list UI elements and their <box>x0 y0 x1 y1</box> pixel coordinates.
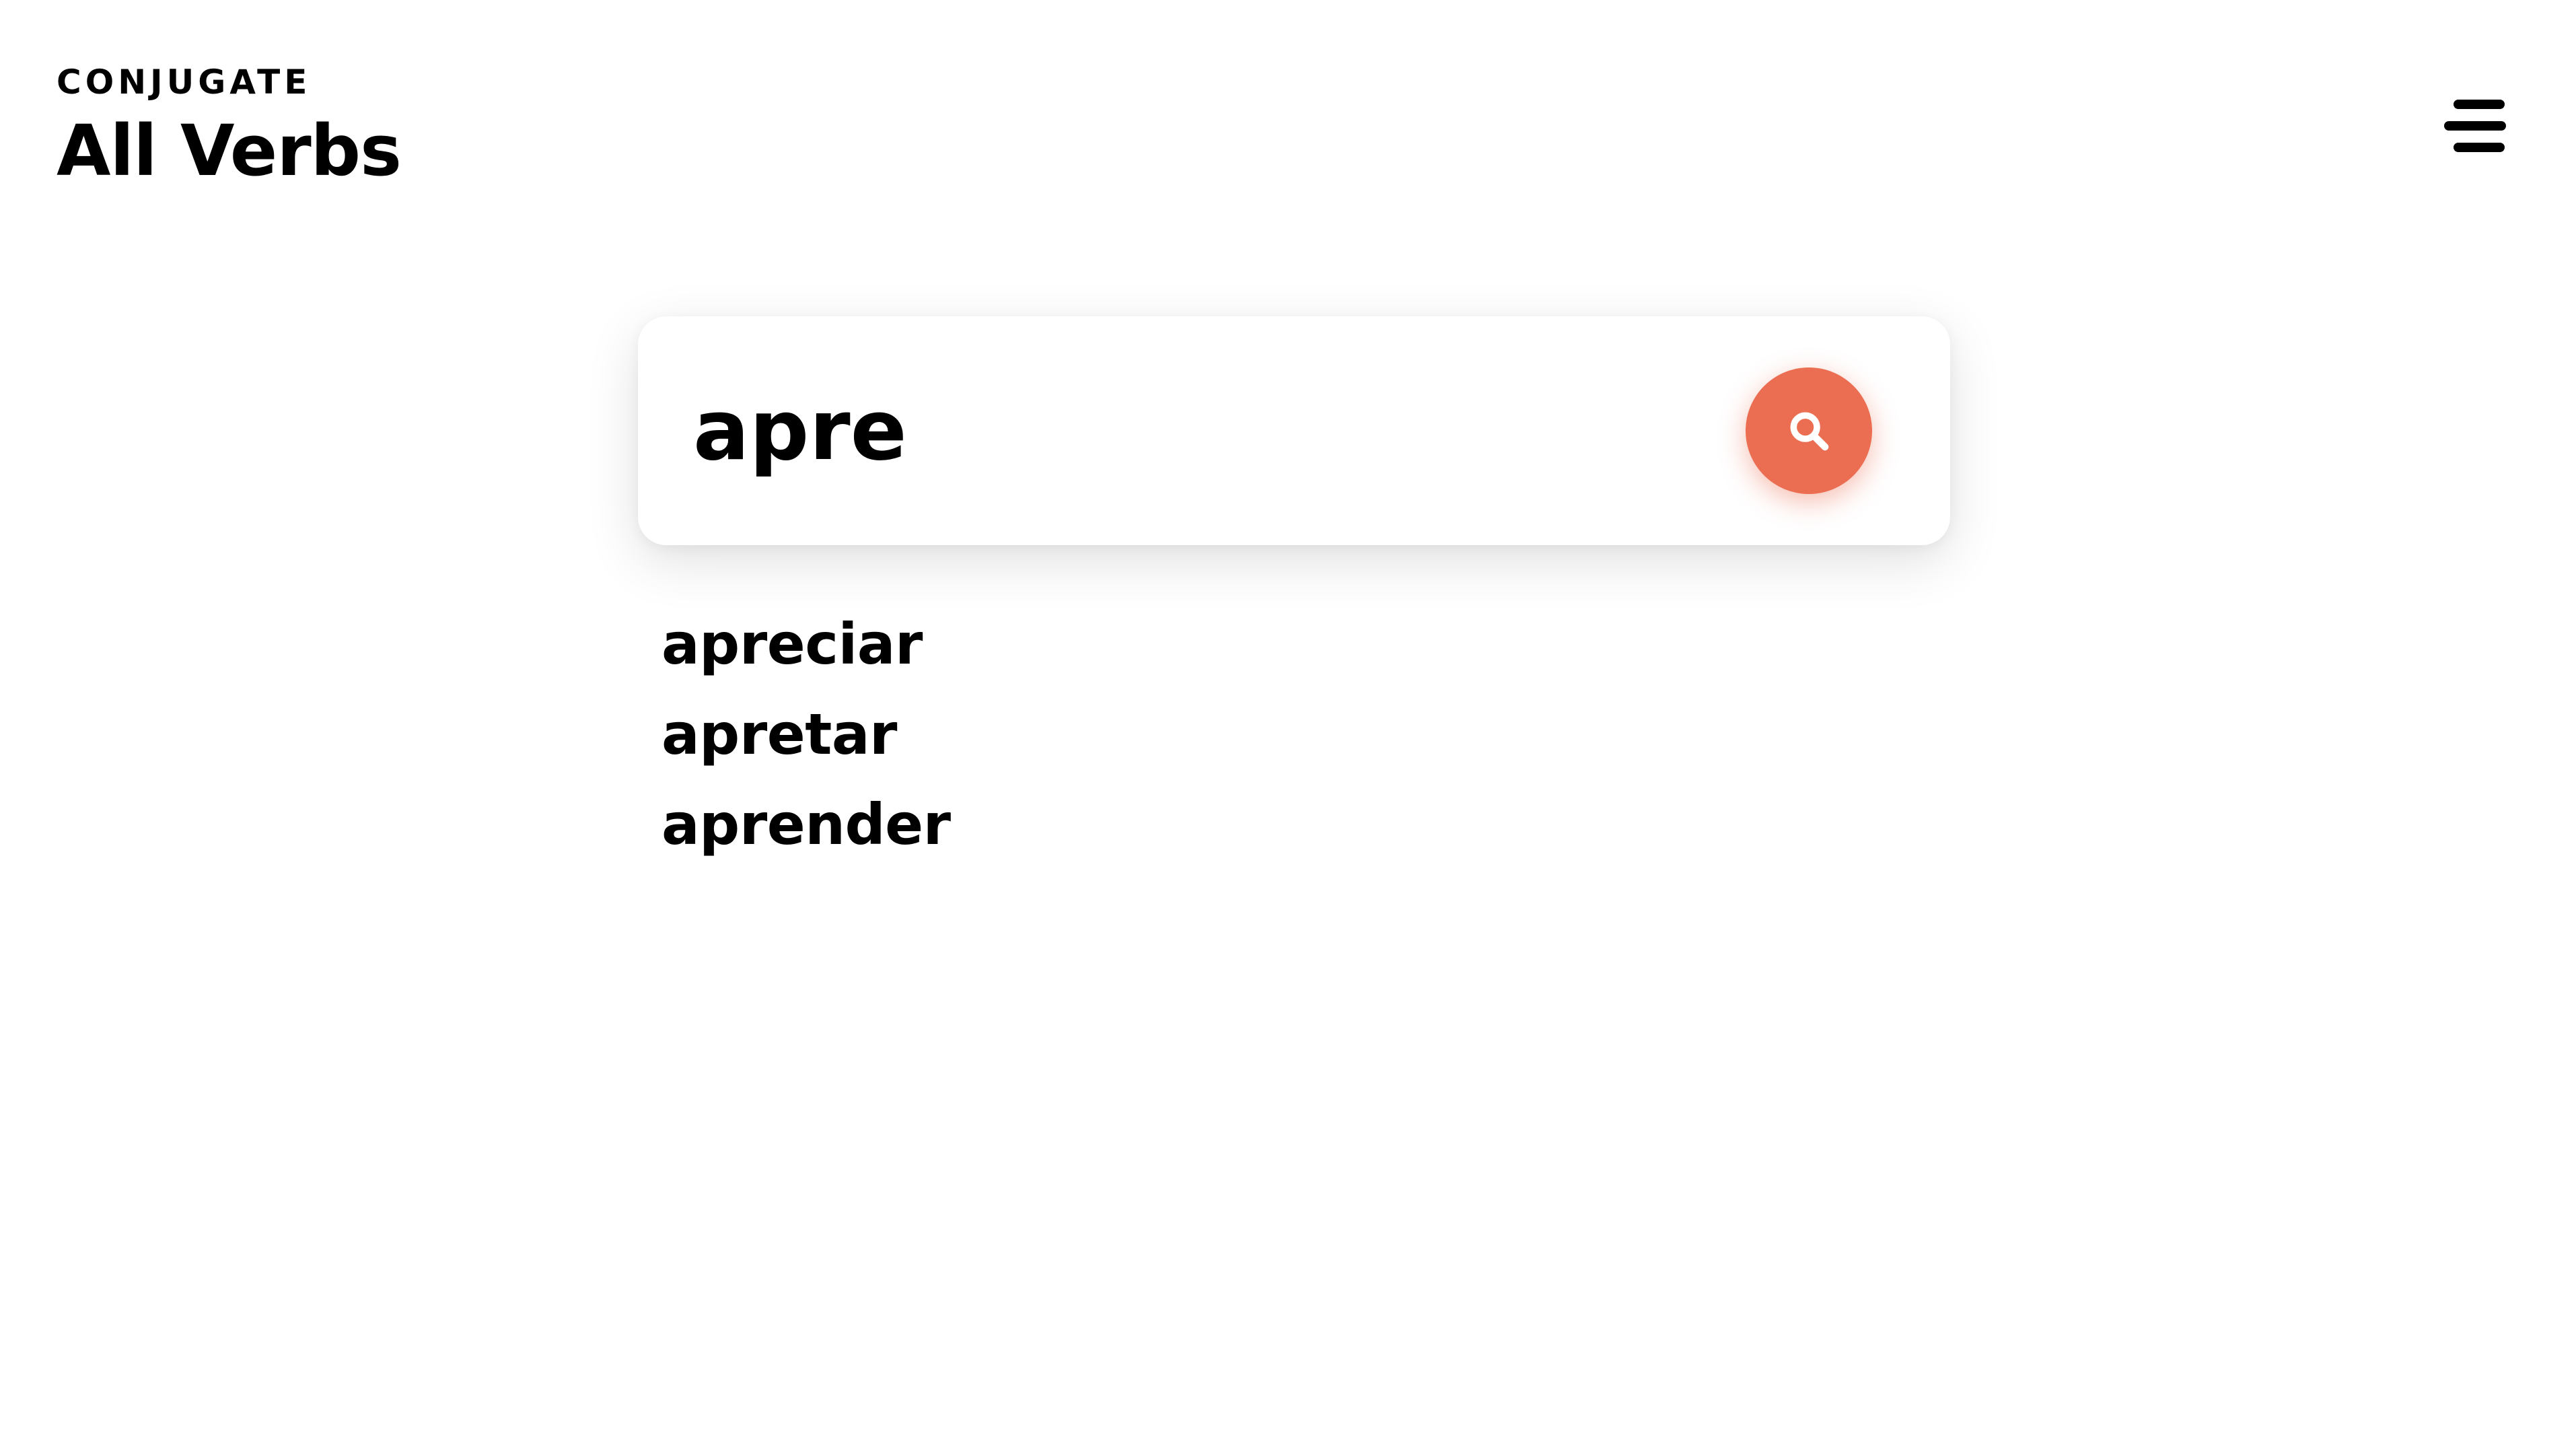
suggestion-list: apreciar apretar aprender <box>661 599 951 870</box>
hamburger-menu-icon[interactable] <box>2441 94 2509 159</box>
brand-header: CONJUGATE All Verbs <box>57 62 402 192</box>
page: CONJUGATE All Verbs apreciar apretar apr… <box>0 0 2576 1447</box>
menu-bar-middle <box>2444 121 2506 131</box>
suggestion-item[interactable]: apretar <box>661 689 951 779</box>
search-button[interactable] <box>1746 367 1872 494</box>
menu-bar-bottom <box>2454 143 2505 152</box>
suggestion-item[interactable]: apreciar <box>661 599 951 689</box>
search-input[interactable] <box>693 357 1689 505</box>
suggestion-item[interactable]: aprender <box>661 779 951 870</box>
search-icon <box>1790 412 1829 451</box>
page-title: All Verbs <box>57 110 402 192</box>
menu-bar-top <box>2454 100 2505 109</box>
brand-eyebrow: CONJUGATE <box>57 63 312 102</box>
search-card <box>638 316 1950 545</box>
